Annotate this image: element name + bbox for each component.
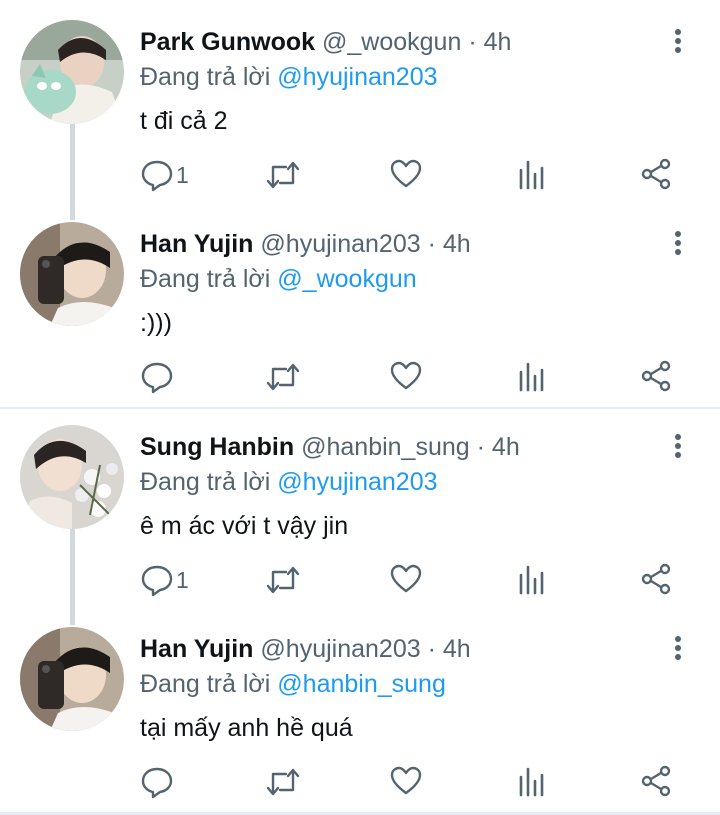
analytics-icon — [519, 160, 544, 190]
views-button[interactable] — [518, 765, 546, 801]
analytics-icon — [519, 565, 544, 595]
tweet-header: Han Yujin @hyujinan203 · 4h — [140, 229, 471, 259]
reply-icon — [141, 565, 173, 597]
mention-link[interactable]: @hanbin_sung — [277, 670, 446, 698]
mention-link[interactable]: @hyujinan203 — [277, 468, 437, 496]
share-button[interactable] — [640, 158, 671, 194]
timestamp[interactable]: 4h — [492, 433, 520, 461]
replying-to: Đang trả lời @_wookgun — [140, 264, 417, 294]
avatar[interactable] — [20, 425, 124, 529]
tweet-text: tại mấy anh hề quá — [140, 714, 353, 742]
tweet-actions: 1 — [0, 158, 720, 198]
user-handle[interactable]: @hanbin_sung — [301, 433, 470, 461]
separator-dot: · — [476, 433, 485, 461]
user-handle[interactable]: @hyujinan203 — [260, 230, 420, 258]
tweet[interactable]: Han Yujin @hyujinan203 · 4h Đang trả lời… — [0, 202, 720, 407]
replying-prefix: Đang trả lời — [140, 670, 271, 698]
share-button[interactable] — [640, 765, 671, 801]
like-button[interactable] — [390, 765, 422, 801]
retweet-icon — [266, 566, 300, 594]
separator-dot: · — [427, 635, 436, 663]
display-name[interactable]: Han Yujin — [140, 230, 253, 258]
retweet-button[interactable] — [265, 563, 301, 599]
views-button[interactable] — [518, 158, 546, 194]
replying-to: Đang trả lời @hanbin_sung — [140, 669, 446, 699]
timestamp[interactable]: 4h — [484, 28, 512, 56]
share-icon — [641, 765, 671, 797]
tweet-actions — [0, 765, 720, 805]
share-button[interactable] — [640, 563, 671, 599]
tweet-text: ê m ác với t vậy jin — [140, 512, 349, 540]
mention-link[interactable]: @hyujinan203 — [277, 63, 437, 91]
user-handle[interactable]: @_wookgun — [322, 28, 461, 56]
more-vertical-icon[interactable] — [664, 229, 692, 257]
like-button[interactable] — [390, 563, 422, 599]
reply-icon — [141, 160, 173, 192]
views-button[interactable] — [518, 563, 546, 599]
heart-icon — [390, 361, 422, 390]
like-button[interactable] — [390, 158, 422, 194]
separator-dot: · — [427, 230, 436, 258]
reply-button[interactable] — [140, 360, 200, 396]
heart-icon — [390, 564, 422, 593]
heart-icon — [390, 766, 422, 795]
share-icon — [641, 360, 671, 392]
retweet-button[interactable] — [265, 360, 301, 396]
views-button[interactable] — [518, 360, 546, 396]
timestamp[interactable]: 4h — [443, 635, 471, 663]
share-icon — [641, 563, 671, 595]
avatar[interactable] — [20, 627, 124, 731]
tweet-header: Park Gunwook @_wookgun · 4h — [140, 27, 511, 57]
reply-button[interactable] — [140, 765, 200, 801]
tweet-header: Han Yujin @hyujinan203 · 4h — [140, 634, 471, 664]
reply-icon — [141, 362, 173, 394]
replying-prefix: Đang trả lời — [140, 265, 271, 293]
share-button[interactable] — [640, 360, 671, 396]
replying-to: Đang trả lời @hyujinan203 — [140, 467, 438, 497]
more-vertical-icon[interactable] — [664, 27, 692, 55]
tweet[interactable]: Sung Hanbin @hanbin_sung · 4h Đang trả l… — [0, 405, 720, 610]
tweet-actions: 1 — [0, 563, 720, 603]
replying-prefix: Đang trả lời — [140, 468, 271, 496]
heart-icon — [390, 159, 422, 188]
user-handle[interactable]: @hyujinan203 — [260, 635, 420, 663]
separator-dot: · — [468, 28, 477, 56]
analytics-icon — [519, 767, 544, 797]
retweet-icon — [266, 363, 300, 391]
like-button[interactable] — [390, 360, 422, 396]
retweet-button[interactable] — [265, 765, 301, 801]
share-icon — [641, 158, 671, 190]
tweet-actions — [0, 360, 720, 400]
display-name[interactable]: Park Gunwook — [140, 28, 315, 56]
avatar[interactable] — [20, 222, 124, 326]
retweet-icon — [266, 768, 300, 796]
tweet[interactable]: Han Yujin @hyujinan203 · 4h Đang trả lời… — [0, 607, 720, 812]
reply-button[interactable]: 1 — [140, 158, 200, 194]
tweet[interactable]: Park Gunwook @_wookgun · 4h Đang trả lời… — [0, 0, 720, 205]
retweet-icon — [266, 161, 300, 189]
more-vertical-icon[interactable] — [664, 634, 692, 662]
reply-count: 1 — [176, 567, 189, 593]
retweet-button[interactable] — [265, 158, 301, 194]
reply-button[interactable]: 1 — [140, 563, 200, 599]
tweet-text: t đi cả 2 — [140, 107, 228, 135]
analytics-icon — [519, 362, 544, 392]
replying-to: Đang trả lời @hyujinan203 — [140, 62, 438, 92]
avatar[interactable] — [20, 20, 124, 124]
display-name[interactable]: Han Yujin — [140, 635, 253, 663]
timestamp[interactable]: 4h — [443, 230, 471, 258]
display-name[interactable]: Sung Hanbin — [140, 433, 294, 461]
more-vertical-icon[interactable] — [664, 432, 692, 460]
reply-count: 1 — [176, 162, 189, 188]
replying-prefix: Đang trả lời — [140, 63, 271, 91]
reply-icon — [141, 767, 173, 799]
tweet-header: Sung Hanbin @hanbin_sung · 4h — [140, 432, 520, 462]
tweet-text: :))) — [140, 309, 172, 337]
mention-link[interactable]: @_wookgun — [277, 265, 416, 293]
